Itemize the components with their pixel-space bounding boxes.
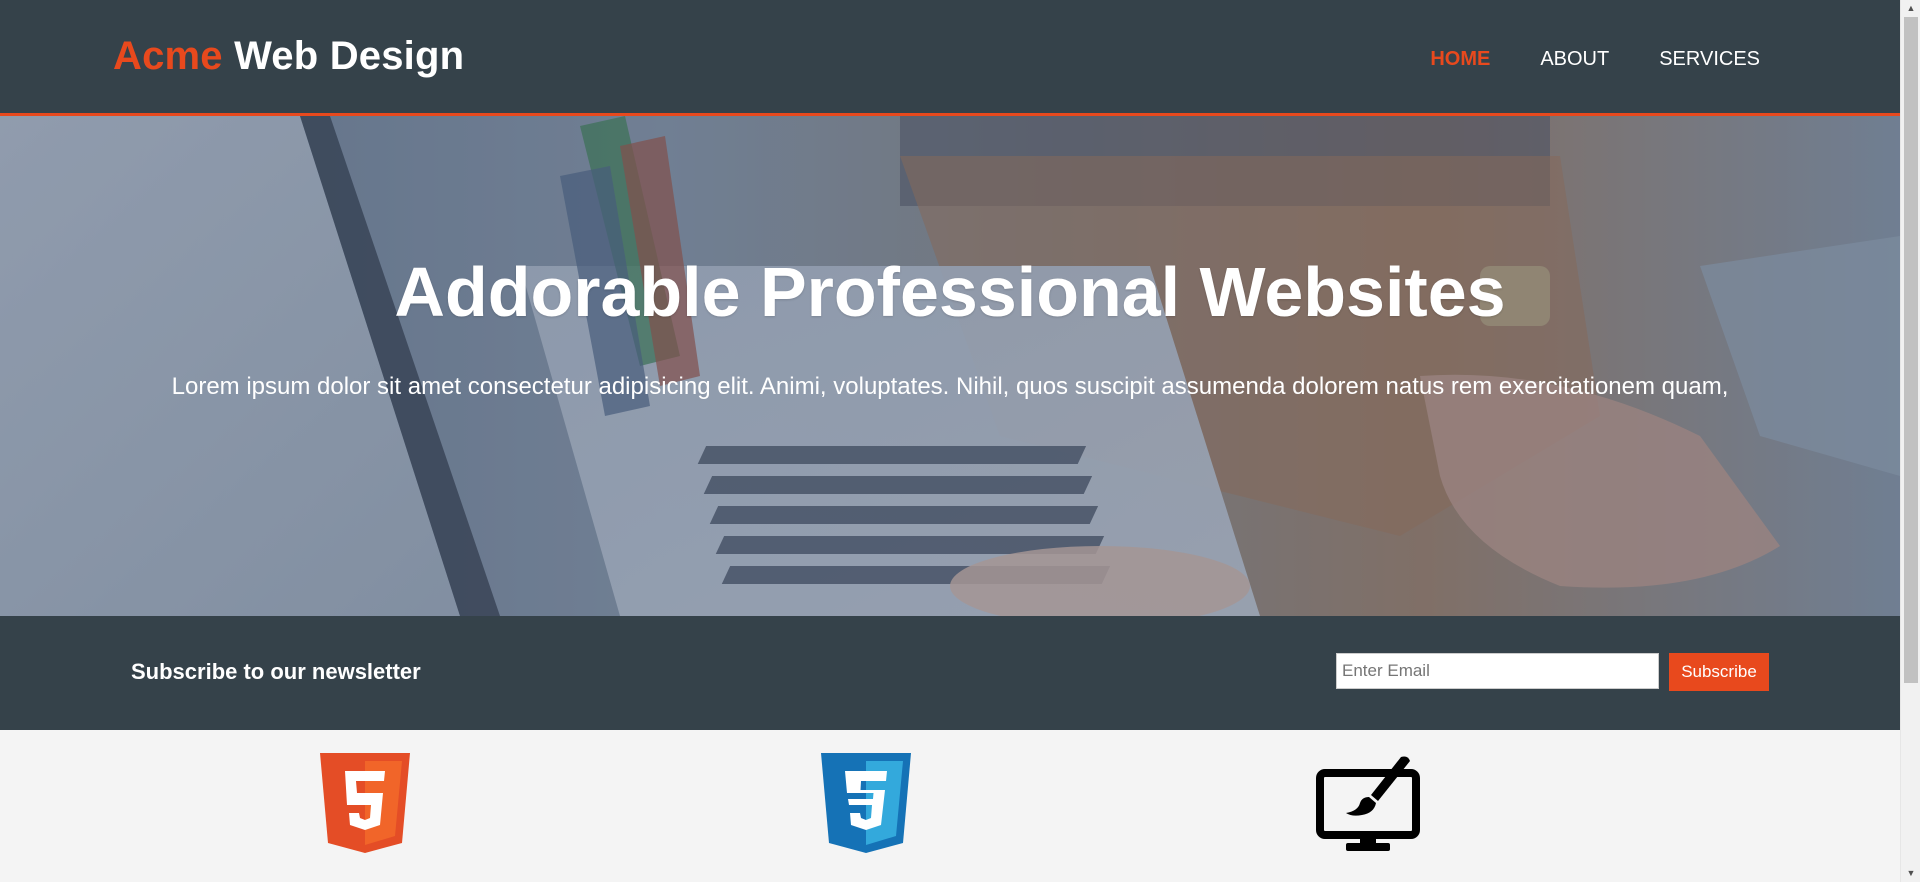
site-header: Acme Web Design HOME ABOUT SERVICES	[0, 0, 1900, 116]
html5-logo-icon	[320, 753, 410, 853]
showcase-hero: Addorable Professional Websites Lorem ip…	[0, 116, 1900, 616]
newsletter-title: Subscribe to our newsletter	[131, 659, 421, 684]
page-scrollbar[interactable]: ▲ ▼	[1900, 0, 1920, 882]
hero-overlay	[0, 116, 1900, 616]
subscribe-button[interactable]: Subscribe	[1669, 653, 1769, 691]
brand-name: Web Design	[234, 34, 465, 78]
newsletter-form: Subscribe	[1336, 653, 1769, 691]
monitor-paintbrush-icon	[1316, 756, 1420, 851]
box-css3	[821, 753, 911, 853]
box-html5	[320, 753, 410, 853]
nav-item-home[interactable]: HOME	[1430, 48, 1490, 71]
email-input[interactable]	[1336, 653, 1659, 689]
main-nav: HOME ABOUT SERVICES	[1430, 48, 1760, 71]
hero-title: Addorable Professional Websites	[394, 253, 1506, 331]
page: Acme Web Design HOME ABOUT SERVICES Addo…	[0, 0, 1920, 882]
css3-logo-icon	[821, 753, 911, 853]
scroll-up-icon[interactable]: ▲	[1901, 0, 1920, 17]
box-graphic-design	[1316, 753, 1420, 853]
scrollbar-thumb[interactable]	[1904, 17, 1918, 683]
scroll-down-icon[interactable]: ▼	[1901, 865, 1920, 882]
brand-logo[interactable]: Acme Web Design	[113, 34, 464, 79]
hero-text: Lorem ipsum dolor sit amet consectetur a…	[171, 373, 1729, 400]
features-section	[0, 730, 1900, 882]
brand-highlight: Acme	[113, 34, 223, 78]
nav-item-about[interactable]: ABOUT	[1540, 48, 1609, 71]
newsletter-section: Subscribe to our newsletter Subscribe	[0, 616, 1900, 730]
nav-item-services[interactable]: SERVICES	[1659, 48, 1760, 71]
